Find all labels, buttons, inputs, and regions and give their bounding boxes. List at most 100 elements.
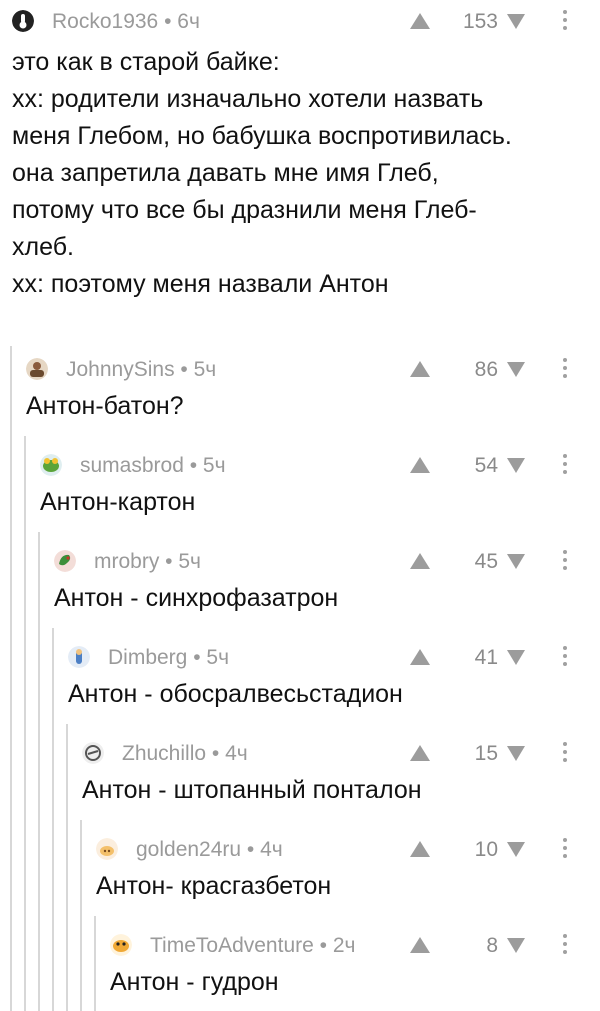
hand-icon[interactable] (12, 10, 34, 32)
frog-avatar[interactable] (40, 454, 62, 476)
comment-text-line: Антон-картон (40, 488, 196, 516)
pig-avatar[interactable] (96, 838, 118, 860)
vote-controls: 54 (410, 450, 580, 480)
upvote-icon[interactable] (410, 361, 430, 377)
more-options-icon[interactable] (562, 454, 568, 478)
upvote-icon[interactable] (410, 553, 430, 569)
comment-meta: mrobry • 5ч (94, 550, 201, 574)
downvote-icon[interactable] (507, 650, 525, 665)
more-options-icon[interactable] (562, 358, 568, 382)
meta-separator: • (174, 358, 194, 381)
parrot-avatar[interactable] (54, 550, 76, 572)
rating-score: 15 (474, 742, 498, 765)
author-name[interactable]: JohnnySins (66, 358, 175, 381)
vote-controls: 10 (410, 834, 580, 864)
vote-controls: 15 (410, 738, 580, 768)
rating-score: 45 (474, 550, 498, 573)
downvote-icon[interactable] (507, 842, 525, 857)
more-options-icon[interactable] (562, 934, 568, 958)
rating-score: 10 (474, 838, 498, 861)
upvote-icon[interactable] (410, 937, 430, 953)
downvote-icon[interactable] (507, 746, 525, 761)
comment-time: 6ч (177, 10, 200, 33)
more-options-icon[interactable] (562, 10, 568, 34)
comment-body: Антон - гудрон (110, 964, 600, 1001)
thread-line (10, 346, 12, 1011)
downvote-icon[interactable] (507, 554, 525, 569)
meta-separator: • (183, 454, 203, 477)
comment: Zhuchillo • 4ч 15 Антон - штопанный понт… (82, 736, 600, 809)
downvote-icon[interactable] (507, 14, 525, 29)
comment-text-line: Антон - гудрон (110, 968, 279, 996)
comment-time: 2ч (332, 934, 356, 957)
author-name[interactable]: TimeToAdventure (150, 934, 314, 957)
comment-body: Антон - синхрофазатрон (54, 580, 600, 617)
thread-line (94, 916, 96, 1011)
upvote-icon[interactable] (410, 841, 430, 857)
comment-text-line: Антон - обосралвесьстадион (68, 680, 403, 708)
comment-header: sumasbrod • 5ч 54 (40, 448, 600, 478)
upvote-icon[interactable] (410, 649, 430, 665)
meta-separator: • (187, 646, 207, 669)
author-name[interactable]: Dimberg (108, 646, 187, 669)
rating-score: 54 (474, 454, 498, 477)
author-name[interactable]: sumasbrod (80, 454, 184, 477)
comment-text-line: Антон - синхрофазатрон (54, 584, 339, 612)
upvote-icon[interactable] (410, 745, 430, 761)
author-name[interactable]: Zhuchillo (122, 742, 206, 765)
comment-time: 5ч (206, 646, 230, 669)
sketch-avatar[interactable] (82, 742, 104, 764)
more-options-icon[interactable] (562, 550, 568, 574)
thread-line (80, 820, 82, 1011)
comment-text-line: Антон-батон? (26, 392, 184, 420)
vote-controls: 41 (410, 642, 580, 672)
more-options-icon[interactable] (562, 742, 568, 766)
more-options-icon[interactable] (562, 838, 568, 862)
comment-meta: Rocko1936 • 6ч (52, 10, 200, 34)
comment-text-line: это как в старой байке: (12, 48, 280, 76)
comment-time: 4ч (225, 742, 248, 765)
rating-score: 153 (462, 10, 498, 33)
cartoon-character-avatar[interactable] (68, 646, 90, 668)
jake-dog-avatar[interactable] (110, 934, 132, 956)
comment-text-line: Антон- красгазбетон (96, 872, 332, 900)
comment-header: Zhuchillo • 4ч 15 (82, 736, 600, 766)
meta-separator: • (206, 742, 226, 765)
comment: JohnnySins • 5ч 86 Антон-батон? (26, 352, 600, 425)
meta-separator: • (241, 838, 261, 861)
thread-line (66, 724, 68, 1011)
downvote-icon[interactable] (507, 938, 525, 953)
rating-score: 41 (474, 646, 498, 669)
comment-meta: golden24ru • 4ч (136, 838, 283, 862)
meta-separator: • (158, 10, 178, 33)
author-name[interactable]: mrobry (94, 550, 159, 573)
thread-line (24, 436, 26, 1011)
author-name[interactable]: golden24ru (136, 838, 241, 861)
vote-controls: 45 (410, 546, 580, 576)
comment-text-line: она запретила давать мне имя Глеб, (12, 159, 439, 187)
comment-header: Dimberg • 5ч 41 (68, 640, 600, 670)
comment-meta: JohnnySins • 5ч (66, 358, 216, 382)
comment-text-line: хх: поэтому меня назвали Антон (12, 270, 389, 298)
comment-header: TimeToAdventure • 2ч 8 (110, 928, 600, 958)
comment-time: 4ч (260, 838, 283, 861)
downvote-icon[interactable] (507, 458, 525, 473)
muscle-man-avatar[interactable] (26, 358, 48, 380)
comment-body: Антон - обосралвесьстадион (68, 676, 600, 713)
thread-line (52, 628, 54, 1011)
comment-body: это как в старой байке: хх: родители изн… (12, 44, 600, 303)
downvote-icon[interactable] (507, 362, 525, 377)
comment-header: golden24ru • 4ч 10 (96, 832, 600, 862)
vote-controls: 86 (410, 354, 580, 384)
upvote-icon[interactable] (410, 457, 430, 473)
comment: Rocko1936 • 6ч 153 это как в старой байк… (12, 4, 600, 303)
comment-time: 5ч (178, 550, 201, 573)
more-options-icon[interactable] (562, 646, 568, 670)
comment-header: JohnnySins • 5ч 86 (26, 352, 600, 382)
comment-meta: Zhuchillo • 4ч (122, 742, 248, 766)
upvote-icon[interactable] (410, 13, 430, 29)
comment-meta: sumasbrod • 5ч (80, 454, 226, 478)
rating-score: 8 (486, 934, 498, 957)
author-name[interactable]: Rocko1936 (52, 10, 158, 33)
comment-text-line: потому что все бы дразнили меня Глеб- (12, 196, 477, 224)
